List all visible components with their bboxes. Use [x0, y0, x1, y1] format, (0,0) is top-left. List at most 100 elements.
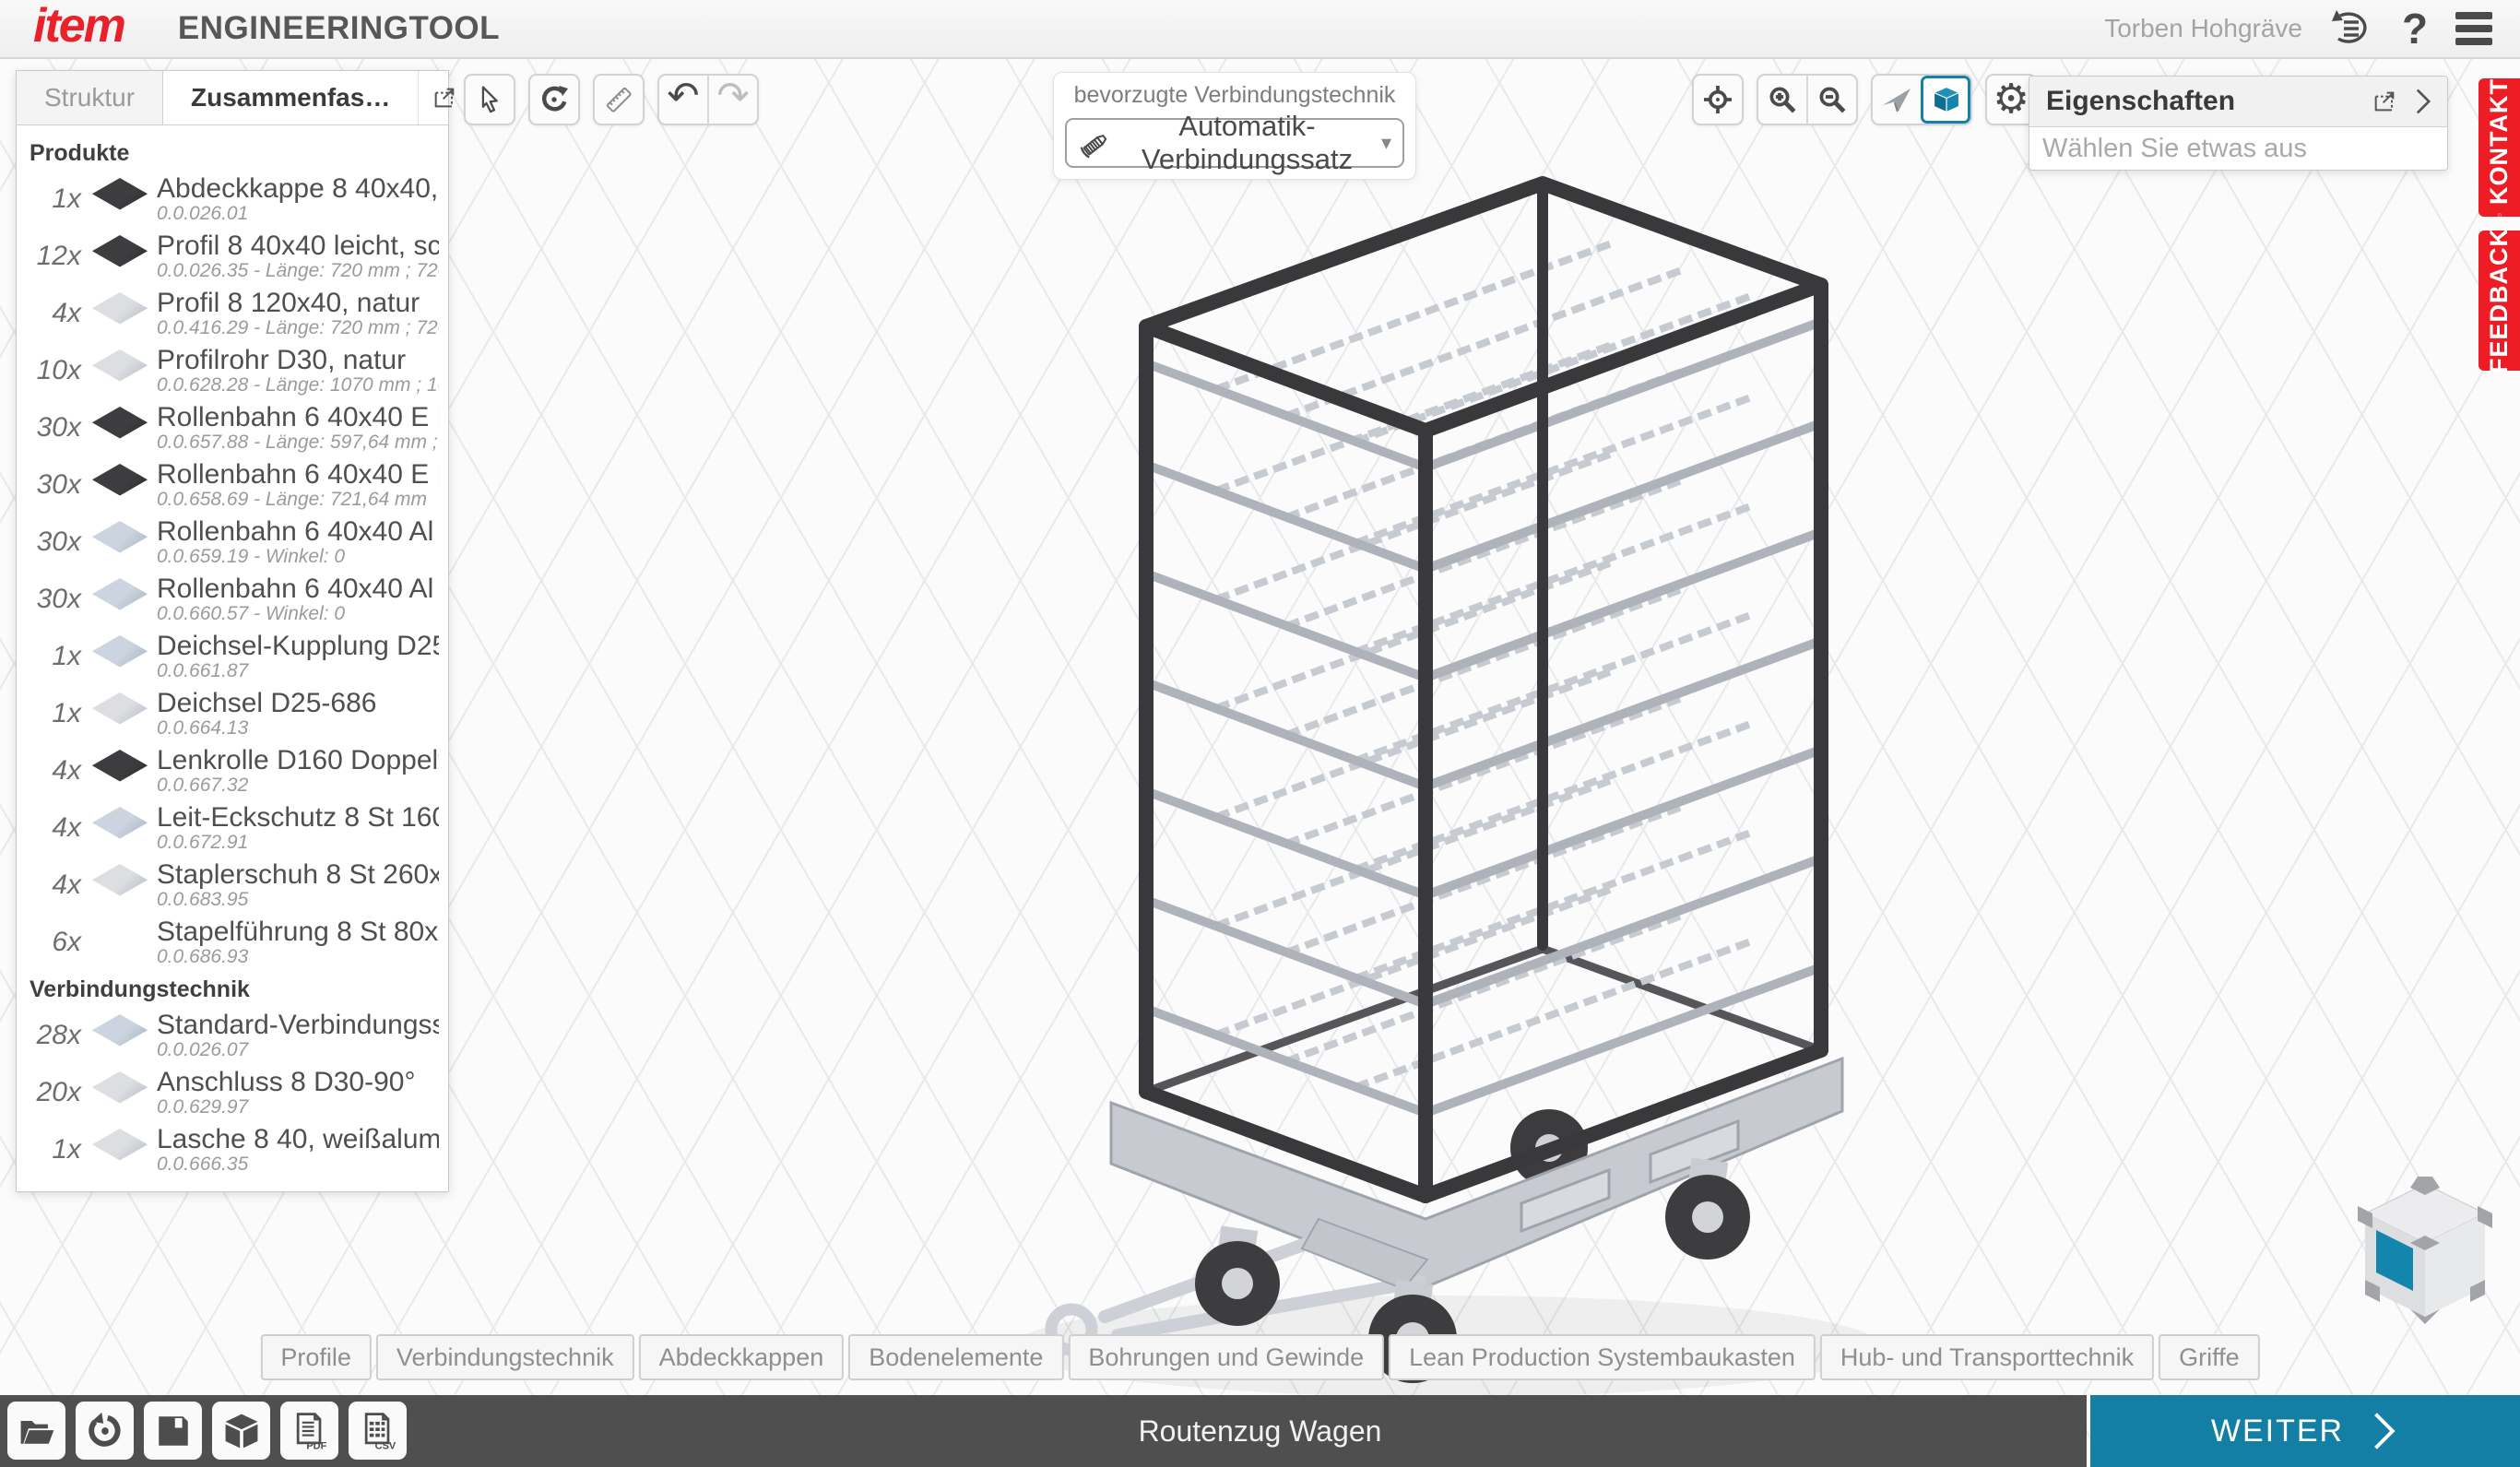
collapse-right-icon[interactable] [2412, 87, 2434, 116]
viewport-toolbar-left: ↶ ↷ [464, 74, 759, 125]
connector-select[interactable]: Automatik-Verbindungssatz ▾ [1065, 118, 1404, 168]
zoom-out-button[interactable] [1806, 76, 1856, 124]
parts-list-item[interactable]: 10x Profilrohr D30, natur 0.0.628.28 - L… [22, 342, 439, 399]
parts-list-item[interactable]: 4x Profil 8 120x40, natur 0.0.416.29 - L… [22, 285, 439, 342]
orientation-cube[interactable] [2347, 1173, 2503, 1330]
category-tab[interactable]: Lean Production Systembaukasten [1389, 1334, 1816, 1380]
item-name: Rollenbahn 6 40x40 Al Auf… [157, 574, 439, 604]
parts-list-item[interactable]: 4x Leit-Eckschutz 8 St 160x16… 0.0.672.9… [22, 799, 439, 857]
popout-icon[interactable] [430, 83, 459, 112]
parts-list-item[interactable]: 4x Staplerschuh 8 St 260x90x… 0.0.683.95 [22, 857, 439, 914]
properties-placeholder: Wählen Sie etwas aus [2042, 134, 2307, 164]
item-detail: 0.0.416.29 - Länge: 720 mm ; 720 mm ; 12… [157, 318, 439, 338]
help-icon[interactable]: ? [2391, 5, 2439, 53]
parts-list-item[interactable]: 30x Rollenbahn 6 40x40 Al Auf… 0.0.659.1… [22, 514, 439, 571]
flat-view-button[interactable] [1873, 76, 1921, 124]
category-tab[interactable]: Bohrungen und Gewinde [1068, 1334, 1384, 1380]
parts-list-item[interactable]: 12x Profil 8 40x40 leicht, schw… 0.0.026… [22, 228, 439, 285]
category-tab[interactable]: Hub- und Transporttechnik [1820, 1334, 2154, 1380]
item-thumbnail [90, 234, 149, 278]
item-thumbnail [90, 1013, 149, 1058]
export-pdf-button[interactable]: PDF [280, 1402, 338, 1460]
item-name: Rollenbahn 6 40x40 Al Auf… [157, 517, 439, 547]
category-tab[interactable]: Abdeckkappen [639, 1334, 845, 1380]
undo-button[interactable]: ↶ [659, 76, 707, 124]
item-thumbnail [90, 692, 149, 736]
history-icon[interactable] [2326, 5, 2374, 53]
parts-list-item[interactable]: 30x Rollenbahn 6 40x40 Al Auf… 0.0.660.5… [22, 571, 439, 628]
item-detail: 0.0.660.57 - Winkel: 0 [157, 604, 439, 624]
item-name: Staplerschuh 8 St 260x90x… [157, 860, 439, 890]
item-quantity: 1x [22, 183, 81, 215]
item-detail: 0.0.672.91 [157, 833, 439, 853]
item-thumbnail [90, 177, 149, 221]
parts-list-item[interactable]: 30x Rollenbahn 6 40x40 E D30 0.0.658.69 … [22, 456, 439, 514]
redo-button[interactable]: ↷ [707, 76, 757, 124]
export-csv-button[interactable]: CSV [349, 1402, 407, 1460]
item-quantity: 1x [22, 1134, 81, 1165]
kontakt-tab[interactable]: KONTAKT [2479, 78, 2520, 217]
open-project-button[interactable] [7, 1402, 65, 1460]
item-detail: 0.0.659.19 - Winkel: 0 [157, 547, 439, 567]
center-view-button[interactable] [1692, 74, 1744, 125]
item-name: Profilrohr D30, natur [157, 346, 439, 375]
parts-panel-tabs: Struktur Zusammenfas… [17, 71, 448, 125]
parts-list-item[interactable]: 1x Abdeckkappe 8 40x40, sch… 0.0.026.01 [22, 171, 439, 228]
measure-tool-button[interactable] [593, 74, 645, 125]
parts-list-item[interactable]: 20x Anschluss 8 D30-90° 0.0.629.97 [22, 1064, 439, 1121]
category-tab[interactable]: Profile [260, 1334, 372, 1380]
category-tab[interactable]: Griffe [2159, 1334, 2260, 1380]
item-detail: 0.0.686.93 [157, 947, 439, 967]
item-quantity: 30x [22, 412, 81, 444]
parts-list-item[interactable]: 1x Deichsel D25-686 0.0.664.13 [22, 685, 439, 742]
item-detail: 0.0.683.95 [157, 890, 439, 910]
weiter-button[interactable]: WEITER [2090, 1395, 2520, 1467]
connector-card-label: bevorzugte Verbindungstechnik [1065, 82, 1404, 109]
chevron-down-icon: ▾ [1381, 131, 1391, 155]
app-title: ENGINEERINGTOOL [178, 10, 500, 47]
envelope-icon [2498, 201, 2501, 229]
engineering-tool-app: item ENGINEERINGTOOL Torben Hohgräve ? S… [0, 0, 2520, 1467]
item-quantity: 1x [22, 641, 81, 672]
rotate-tool-button[interactable] [528, 74, 580, 125]
verbindungstechnik-list: 28x Standard-Verbindungssatz … 0.0.026.0… [22, 1007, 439, 1178]
select-tool-button[interactable] [464, 74, 515, 125]
item-quantity: 12x [22, 241, 81, 272]
zoom-in-button[interactable] [1758, 76, 1806, 124]
connector-select-value: Automatik-Verbindungssatz [1113, 110, 1381, 176]
item-name: Lasche 8 40, weißaluminiu… [157, 1125, 439, 1154]
section-label-produkte: Produkte [30, 140, 439, 167]
tab-struktur[interactable]: Struktur [17, 71, 163, 124]
reset-button[interactable] [76, 1402, 134, 1460]
item-detail: 0.0.657.88 - Länge: 597,64 mm ; 597,64 m… [157, 432, 439, 453]
parts-list-item[interactable]: 28x Standard-Verbindungssatz … 0.0.026.0… [22, 1007, 439, 1064]
category-tab[interactable]: Verbindungstechnik [376, 1334, 634, 1380]
kontakt-label: KONTAKT [2485, 78, 2514, 205]
save-button[interactable] [144, 1402, 202, 1460]
solid-view-button[interactable] [1921, 76, 1970, 124]
user-name: Torben Hohgräve [2104, 14, 2302, 43]
item-quantity: 30x [22, 526, 81, 558]
category-tab[interactable]: Bodenelemente [848, 1334, 1063, 1380]
parts-list-item[interactable]: 6x Stapelführung 8 St 80x80-3… 0.0.686.9… [22, 914, 439, 971]
item-thumbnail [90, 920, 149, 964]
menu-icon[interactable] [2455, 12, 2492, 45]
parts-list-item[interactable]: 4x Lenkrolle D160 Doppelfest… 0.0.667.32 [22, 742, 439, 799]
item-thumbnail [90, 520, 149, 564]
properties-body: Wählen Sie etwas aus [2029, 127, 2447, 170]
popout-icon[interactable] [2370, 87, 2399, 116]
parts-list-item[interactable]: 30x Rollenbahn 6 40x40 E Führ… 0.0.657.8… [22, 399, 439, 456]
item-detail: 0.0.667.32 [157, 775, 439, 796]
export-3d-button[interactable] [212, 1402, 270, 1460]
app-header: item ENGINEERINGTOOL Torben Hohgräve ? [0, 0, 2520, 59]
tab-zusammenfassung[interactable]: Zusammenfas… [163, 71, 418, 124]
svg-text:CSV: CSV [374, 1440, 396, 1451]
parts-list-item[interactable]: 1x Lasche 8 40, weißaluminiu… 0.0.666.35 [22, 1121, 439, 1178]
parts-list-item[interactable]: 1x Deichsel-Kupplung D25-74,… 0.0.661.87 [22, 628, 439, 685]
produkte-list: 1x Abdeckkappe 8 40x40, sch… 0.0.026.01 … [22, 171, 439, 971]
item-thumbnail [90, 1071, 149, 1115]
item-detail: 0.0.629.97 [157, 1097, 439, 1118]
item-thumbnail [90, 577, 149, 621]
feedback-tab[interactable]: FEEDBACK [2479, 231, 2520, 371]
item-quantity: 4x [22, 870, 81, 901]
